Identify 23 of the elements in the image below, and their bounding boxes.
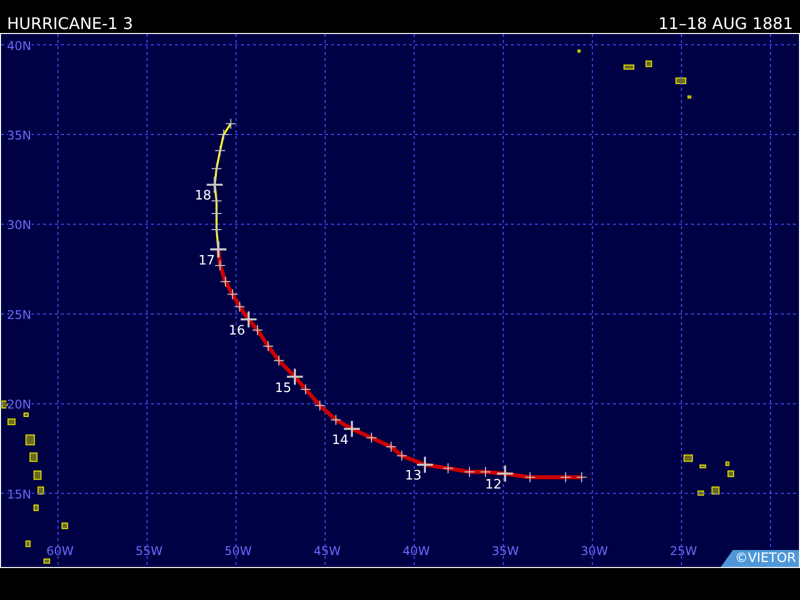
latitude-label: 25N bbox=[7, 308, 32, 322]
latitude-label: 30N bbox=[7, 218, 32, 232]
day-label: 13 bbox=[404, 468, 422, 484]
day-label: 16 bbox=[228, 323, 246, 338]
day-label: 12 bbox=[485, 478, 502, 493]
longitude-label: 60W bbox=[46, 544, 74, 558]
date-range: 11–18 AUG 1881 bbox=[658, 16, 793, 32]
day-label: 14 bbox=[332, 432, 348, 448]
map-title: HURRICANE-1 3 bbox=[7, 16, 134, 32]
longitude-label: 50W bbox=[224, 544, 252, 558]
longitude-label: 35W bbox=[492, 544, 519, 558]
longitude-label: 40W bbox=[402, 544, 430, 558]
latitude-label: 15N bbox=[7, 487, 32, 502]
longitude-label: 30W bbox=[580, 544, 608, 558]
longitude-label: 25W bbox=[670, 544, 697, 558]
longitude-label: 55W bbox=[136, 544, 163, 558]
latitude-label: 40N bbox=[7, 38, 32, 53]
latitude-label: 35N bbox=[7, 128, 32, 142]
day-label: 15 bbox=[274, 380, 292, 396]
day-label: 18 bbox=[194, 188, 212, 204]
credit-badge: ©VIETOR bbox=[720, 550, 799, 567]
longitude-label: 45W bbox=[314, 544, 341, 558]
day-label: 17 bbox=[198, 253, 215, 268]
